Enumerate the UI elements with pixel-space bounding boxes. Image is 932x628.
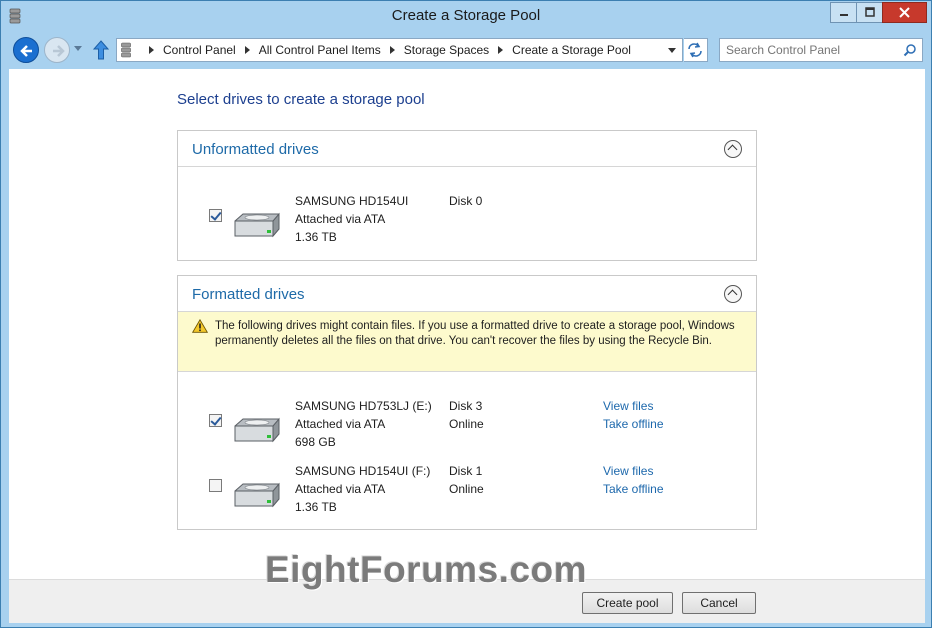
search-input[interactable]	[726, 42, 896, 58]
recent-locations-dropdown[interactable]	[74, 46, 82, 51]
warning-icon	[192, 319, 208, 333]
back-button[interactable]	[13, 37, 39, 63]
drive-info: SAMSUNG HD753LJ (E:) Attached via ATA 69…	[295, 397, 432, 451]
minimize-icon	[840, 14, 848, 16]
watermark-text: EightForums.com	[265, 549, 588, 590]
page-title: Select drives to create a storage pool	[177, 91, 425, 108]
breadcrumb: Control Panel All Control Panel Items St…	[140, 43, 631, 57]
minimize-button[interactable]	[830, 2, 857, 23]
warning-message: The following drives might contain files…	[215, 320, 735, 347]
take-offline-link[interactable]: Take offline	[603, 415, 664, 433]
drive-name: SAMSUNG HD154UI (F:)	[295, 464, 431, 478]
breadcrumb-separator-icon[interactable]	[498, 46, 504, 54]
drive-links: View files Take offline	[603, 462, 664, 498]
address-bar[interactable]: Control Panel All Control Panel Items St…	[116, 38, 683, 62]
breadcrumb-separator-icon[interactable]	[244, 46, 250, 54]
drive-name: SAMSUNG HD753LJ (E:)	[295, 399, 432, 413]
drive-checkbox[interactable]	[209, 479, 222, 492]
drive-size: 698 GB	[295, 435, 336, 449]
drive-disk-number: Disk 1	[449, 464, 483, 478]
drive-checkbox[interactable]	[209, 414, 222, 427]
formatted-drives-header[interactable]: Formatted drives	[178, 276, 756, 312]
drive-checkbox[interactable]	[209, 209, 222, 222]
drive-item: SAMSUNG HD154UI Attached via ATA 1.36 TB…	[178, 194, 756, 255]
drive-disk-info: Disk 3 Online	[449, 397, 484, 433]
warning-banner: The following drives might contain files…	[178, 312, 756, 372]
drive-info: SAMSUNG HD154UI Attached via ATA 1.36 TB	[295, 192, 408, 246]
drive-item: SAMSUNG HD154UI (F:) Attached via ATA 1.…	[178, 464, 756, 527]
drive-item: SAMSUNG HD753LJ (E:) Attached via ATA 69…	[178, 399, 756, 462]
take-offline-link[interactable]: Take offline	[603, 480, 664, 498]
back-arrow-icon	[20, 45, 32, 57]
collapse-chevron-icon[interactable]	[724, 140, 742, 158]
breadcrumb-separator-icon[interactable]	[389, 46, 395, 54]
breadcrumb-create-pool[interactable]: Create a Storage Pool	[512, 43, 631, 57]
maximize-button[interactable]	[856, 2, 883, 23]
view-files-link[interactable]: View files	[603, 462, 664, 480]
unformatted-drives-title: Unformatted drives	[192, 141, 319, 158]
close-icon	[899, 7, 910, 18]
drive-size: 1.36 TB	[295, 230, 337, 244]
hard-drive-icon	[234, 212, 280, 238]
drive-connection: Attached via ATA	[295, 417, 386, 431]
navigation-bar: Control Panel All Control Panel Items St…	[1, 33, 931, 67]
up-arrow-icon[interactable]	[93, 40, 109, 60]
close-button[interactable]	[882, 2, 927, 23]
maximize-icon	[865, 7, 875, 17]
breadcrumb-control-panel[interactable]: Control Panel	[163, 43, 236, 57]
unformatted-drives-group: Unformatted drives SAMSUNG HD154UI Attac…	[177, 130, 757, 261]
address-dropdown-icon[interactable]	[668, 48, 676, 53]
view-files-link[interactable]: View files	[603, 397, 664, 415]
drive-name: SAMSUNG HD154UI	[295, 194, 409, 208]
drive-disk-number: Disk 3	[449, 399, 483, 413]
hard-drive-icon	[234, 417, 280, 443]
create-pool-button[interactable]: Create pool	[582, 592, 673, 614]
window: Create a Storage Pool Control Panel All …	[0, 0, 932, 628]
hard-drive-icon	[234, 482, 280, 508]
formatted-drives-title: Formatted drives	[192, 286, 305, 303]
search-icon[interactable]	[903, 43, 917, 57]
drive-size: 1.36 TB	[295, 500, 337, 514]
drive-disk-number: Disk 0	[449, 194, 483, 208]
drive-info: SAMSUNG HD154UI (F:) Attached via ATA 1.…	[295, 462, 430, 516]
collapse-chevron-icon[interactable]	[724, 285, 742, 303]
control-panel-icon	[121, 42, 131, 58]
formatted-drives-group: Formatted drives The following drives mi…	[177, 275, 757, 530]
breadcrumb-separator-icon[interactable]	[149, 46, 154, 54]
drive-status: Online	[449, 417, 484, 431]
unformatted-drives-header[interactable]: Unformatted drives	[178, 131, 756, 167]
drive-disk-info: Disk 1 Online	[449, 462, 484, 498]
refresh-button[interactable]	[684, 38, 708, 62]
main-content: Select drives to create a storage pool U…	[9, 69, 925, 579]
search-box[interactable]	[719, 38, 923, 62]
window-title: Create a Storage Pool	[391, 7, 541, 24]
drive-status: Online	[449, 482, 484, 496]
drive-links: View files Take offline	[603, 397, 664, 433]
breadcrumb-storage-spaces[interactable]: Storage Spaces	[404, 43, 489, 57]
breadcrumb-all-items[interactable]: All Control Panel Items	[259, 43, 381, 57]
drive-connection: Attached via ATA	[295, 212, 386, 226]
drive-connection: Attached via ATA	[295, 482, 386, 496]
cancel-button[interactable]: Cancel	[682, 592, 756, 614]
drive-disk-info: Disk 0	[449, 192, 482, 210]
title-bar: Create a Storage Pool	[1, 1, 931, 33]
forward-button[interactable]	[44, 37, 70, 63]
forward-arrow-icon	[53, 45, 65, 57]
refresh-icon	[688, 42, 702, 58]
